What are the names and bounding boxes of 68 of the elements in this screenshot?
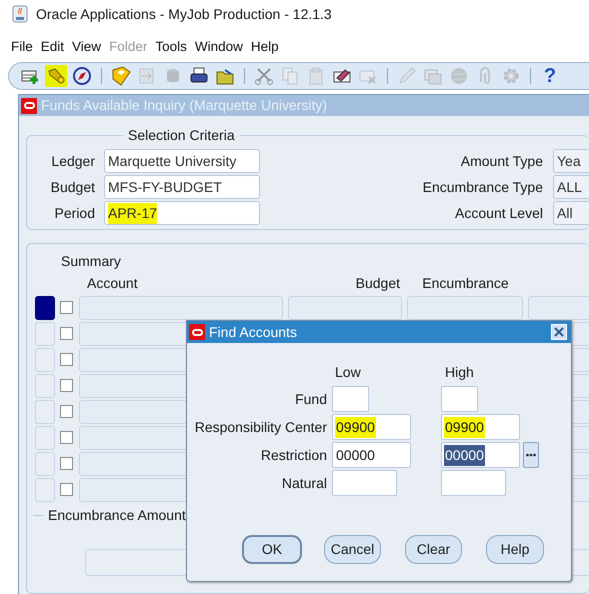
text-field[interactable]: 09900 — [441, 414, 520, 440]
oracle-logo-icon — [189, 324, 205, 340]
checkbox[interactable] — [60, 483, 73, 496]
menu-item[interactable]: Tools — [155, 37, 187, 57]
field-label: Natural — [280, 474, 328, 492]
dialog-button[interactable]: OK — [242, 535, 302, 564]
field-label: Encumbrance Type — [422, 178, 544, 197]
table-cell[interactable] — [407, 296, 523, 320]
floppy-disk-icon[interactable] — [110, 65, 132, 87]
dialog-button[interactable]: Help — [486, 535, 544, 564]
window-title: Funds Available Inquiry (Marquette University) — [41, 96, 328, 115]
checkbox[interactable] — [60, 405, 73, 418]
menu-item[interactable]: Edit — [40, 37, 64, 57]
help-button[interactable]: ? — [539, 65, 561, 87]
row-selector[interactable] — [35, 296, 55, 320]
dialog-button[interactable]: Clear — [405, 535, 462, 564]
column-header: Low — [335, 363, 362, 382]
column-header: Budget — [354, 274, 401, 294]
text-field[interactable]: MFS-FY-BUDGET — [104, 175, 260, 199]
ellipsis-icon — [526, 454, 536, 456]
table-cell[interactable] — [288, 296, 402, 320]
text-field[interactable] — [332, 470, 397, 496]
text-field[interactable]: 00000 — [332, 442, 411, 468]
field-label: Responsibility Center — [194, 418, 328, 437]
group-label: Summary — [61, 252, 121, 272]
text-field[interactable] — [441, 386, 478, 412]
menu-item[interactable]: View — [72, 37, 102, 57]
checkbox[interactable] — [60, 327, 73, 340]
text-field[interactable]: 09900 — [332, 414, 411, 440]
dropdown-field[interactable]: Yea — [553, 149, 589, 173]
field-label: Account Level — [454, 204, 544, 222]
checkbox[interactable] — [60, 431, 73, 444]
window-title: Oracle Applications - MyJob Production - 12.1.3 — [36, 4, 332, 24]
field-label: Budget — [50, 178, 96, 197]
checkbox[interactable] — [60, 457, 73, 470]
menu-item[interactable]: File — [11, 37, 33, 57]
oracle-logo-icon — [21, 98, 37, 114]
java-icon — [12, 5, 28, 23]
text-field[interactable] — [332, 386, 369, 412]
table-cell[interactable] — [79, 296, 283, 320]
text-field[interactable] — [441, 470, 506, 496]
field-label: Restriction — [260, 446, 328, 464]
field-label: Ledger — [50, 152, 96, 171]
dropdown-field[interactable]: ALL — [553, 175, 589, 199]
checkbox[interactable] — [60, 379, 73, 392]
checkbox[interactable] — [60, 353, 73, 366]
column-header: High — [445, 363, 475, 382]
field-label: Period — [54, 204, 96, 222]
list-button[interactable] — [523, 442, 539, 468]
compass-icon[interactable] — [71, 65, 93, 87]
close-icon — [554, 327, 564, 337]
flashlight-icon[interactable] — [45, 65, 67, 87]
text-field[interactable]: Marquette University — [104, 149, 260, 173]
field-label: Amount Type — [460, 152, 544, 171]
column-header: Account — [86, 274, 139, 294]
checkbox[interactable] — [60, 301, 73, 314]
column-header: Encumbrance — [421, 274, 510, 294]
dialog-button[interactable]: Cancel — [324, 535, 381, 564]
menu-item[interactable]: Window — [194, 37, 243, 57]
field-label: Fund — [294, 390, 328, 408]
text-field[interactable]: 00000 — [441, 442, 520, 468]
menu-item[interactable]: Help — [250, 37, 279, 57]
dialog-title: Find Accounts — [209, 322, 297, 342]
dropdown-field[interactable]: All — [553, 201, 589, 225]
table-cell[interactable] — [528, 296, 589, 320]
close-button[interactable] — [551, 324, 567, 340]
text-field[interactable]: APR-17 — [104, 201, 260, 225]
group-label: Encumbrance Amount — [48, 506, 186, 526]
